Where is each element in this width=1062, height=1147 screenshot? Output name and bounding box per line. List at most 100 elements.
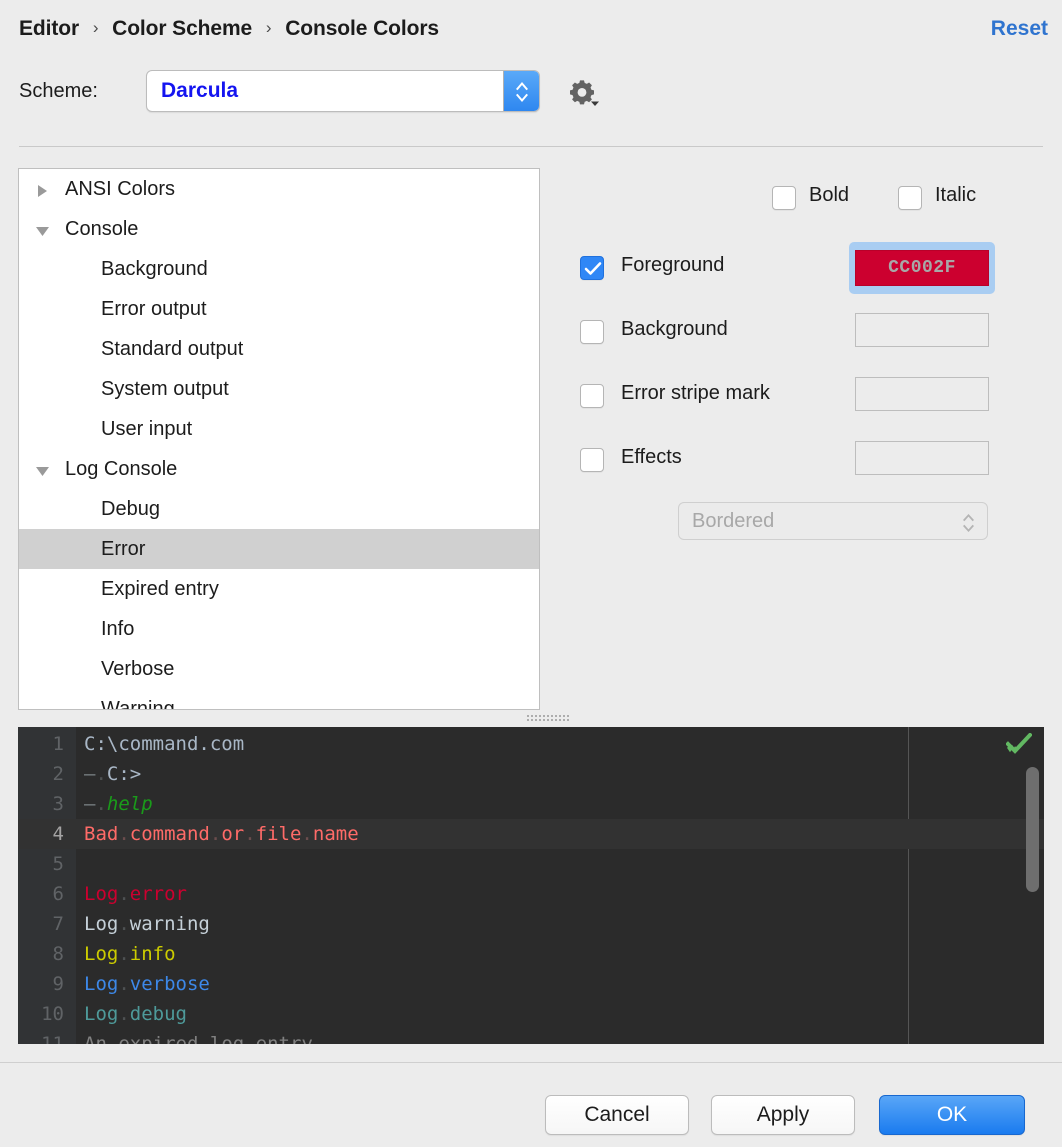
effects-label: Effects [621, 446, 682, 468]
tree-item-standard-output[interactable]: Standard output [19, 329, 539, 369]
splitter-handle[interactable] [515, 712, 581, 722]
tree-item-console[interactable]: Console [19, 209, 539, 249]
footer-divider [0, 1062, 1062, 1063]
effect-type-value: Bordered [692, 510, 775, 532]
splitter-dot [563, 719, 565, 721]
chevron-updown-icon [516, 82, 528, 102]
console-token: . [118, 943, 130, 965]
chevron-down-icon[interactable] [19, 449, 65, 489]
console-token: . [118, 913, 130, 935]
italic-label: Italic [935, 184, 977, 206]
splitter-dot [527, 715, 529, 717]
tree-item-expired-entry[interactable]: Expired entry [19, 569, 539, 609]
console-line-text: Log.verbose [84, 969, 210, 999]
console-line: 1 C:\command.com [18, 729, 1044, 759]
effect-type-stepper[interactable] [960, 512, 977, 539]
console-line-number: 1 [52, 733, 64, 755]
chevron-right-icon[interactable] [19, 169, 65, 209]
console-line-text: An.expired.log.entry [84, 1029, 313, 1044]
apply-button[interactable]: Apply [711, 1095, 855, 1135]
console-line-number: 8 [52, 943, 64, 965]
console-token: . [118, 823, 130, 845]
console-token: . [95, 763, 107, 785]
console-line: 9 Log.verbose [18, 969, 1044, 999]
console-token: . [106, 1033, 119, 1044]
console-token: error [129, 883, 187, 905]
tree-item-label: Verbose [101, 658, 175, 680]
splitter-dot [563, 715, 565, 717]
splitter-dot [559, 715, 561, 717]
background-color-swatch[interactable] [855, 313, 989, 347]
scheme-settings-button[interactable] [566, 76, 606, 110]
console-token: name [312, 823, 359, 845]
effects-checkbox[interactable] [580, 448, 604, 472]
console-token: debug [129, 1003, 187, 1025]
tree-item-error[interactable]: Error [19, 529, 539, 569]
scheme-row: Scheme: Darcula [0, 62, 1062, 132]
console-token: . [301, 823, 313, 845]
console-line: 10 Log.debug [18, 999, 1044, 1029]
console-token: info [129, 943, 176, 965]
scheme-combobox[interactable]: Darcula [146, 70, 540, 112]
console-line-number: 7 [52, 913, 64, 935]
splitter-dot [543, 719, 545, 721]
console-line-number: 5 [52, 853, 64, 875]
chevron-down-icon[interactable] [19, 209, 65, 249]
splitter-dot [547, 719, 549, 721]
background-checkbox[interactable] [580, 320, 604, 344]
reset-link[interactable]: Reset [991, 17, 1048, 41]
console-scrollbar-thumb[interactable] [1026, 767, 1039, 892]
tree-item-label: Warning [101, 698, 175, 710]
foreground-checkbox[interactable] [580, 256, 604, 280]
console-preview[interactable]: 1 C:\command.com 2 –.C:> 3 –.help 4 Bad.command… [18, 727, 1044, 1044]
foreground-label: Foreground [621, 254, 725, 276]
color-keys-tree[interactable]: ANSI Colors Console Background Error output… [18, 168, 540, 710]
splitter-dot [539, 715, 541, 717]
tree-item-label: Log Console [65, 458, 178, 480]
breadcrumb-item-console-colors: Console Colors [285, 17, 439, 40]
chevron-updown-icon [963, 514, 974, 532]
console-token: . [198, 1033, 210, 1044]
error-stripe-color-swatch[interactable] [855, 377, 989, 411]
splitter-dot [531, 719, 533, 721]
console-token: – [84, 793, 96, 815]
tree-item-user-input[interactable]: User input [19, 409, 539, 449]
effects-color-swatch[interactable] [855, 441, 989, 475]
tree-item-ansi-colors[interactable]: ANSI Colors [19, 169, 539, 209]
tree-item-info[interactable]: Info [19, 609, 539, 649]
splitter-dot [535, 715, 537, 717]
chevron-down-icon [36, 467, 49, 476]
tree-item-background[interactable]: Background [19, 249, 539, 289]
checkmark-icon [584, 262, 602, 275]
panel-splitter[interactable] [18, 710, 1044, 724]
tree-item-label: Error [101, 538, 146, 560]
tree-item-verbose[interactable]: Verbose [19, 649, 539, 689]
error-stripe-checkbox[interactable] [580, 384, 604, 408]
italic-checkbox[interactable] [898, 186, 922, 210]
console-line: 5 [18, 849, 1044, 879]
console-token: verbose [129, 973, 210, 995]
scheme-stepper-button[interactable] [503, 71, 539, 111]
tree-item-error-output[interactable]: Error output [19, 289, 539, 329]
green-check-icon[interactable] [1006, 733, 1032, 755]
ok-button[interactable]: OK [879, 1095, 1025, 1135]
tree-item-log-console[interactable]: Log Console [19, 449, 539, 489]
splitter-dot [527, 719, 529, 721]
breadcrumb-item-color-scheme[interactable]: Color Scheme [112, 17, 252, 40]
effect-type-select[interactable]: Bordered [678, 502, 988, 540]
bold-checkbox[interactable] [772, 186, 796, 210]
foreground-color-swatch[interactable]: CC002F [849, 242, 995, 294]
bold-label: Bold [809, 184, 850, 206]
tree-item-label: Expired entry [101, 578, 219, 600]
tree-item-system-output[interactable]: System output [19, 369, 539, 409]
cancel-button[interactable]: Cancel [545, 1095, 689, 1135]
console-token: . [118, 1003, 130, 1025]
splitter-dot [535, 719, 537, 721]
console-token: . [244, 1033, 256, 1044]
tree-item-debug[interactable]: Debug [19, 489, 539, 529]
tree-item-warning[interactable]: Warning [19, 689, 539, 710]
breadcrumb-item-editor[interactable]: Editor [19, 17, 79, 40]
scheme-combobox-value: Darcula [161, 79, 239, 102]
console-line: 11 An.expired.log.entry [18, 1029, 1044, 1044]
console-line-text: Log.debug [84, 999, 187, 1029]
